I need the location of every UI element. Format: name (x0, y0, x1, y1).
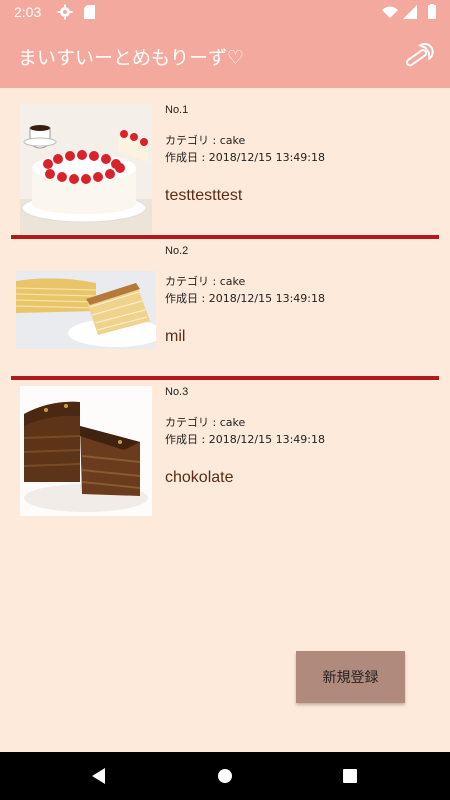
item-category: カテゴリ : cake (165, 275, 246, 288)
list-item[interactable]: No.2 カテゴリ : cake 作成日 : 2018/12/15 13:49:… (0, 229, 450, 370)
mille-crepe-image (16, 271, 156, 349)
gear-icon (57, 4, 73, 20)
item-number: No.3 (165, 386, 189, 398)
item-name: chokolate (165, 469, 234, 486)
new-registration-button[interactable]: 新規登録 (296, 651, 405, 703)
list-item[interactable]: No.3 カテゴリ : cake 作成日 : 2018/12/15 13:49:… (0, 370, 450, 516)
memory-list: No.1 カテゴリ : cake 作成日 : 2018/12/15 13:49:… (0, 88, 450, 516)
item-number: No.1 (165, 104, 189, 116)
item-created-date: 作成日 : 2018/12/15 13:49:18 (165, 151, 325, 164)
system-status-icons (382, 4, 436, 19)
app-bar: まいすいーとめもりーず♡ (0, 24, 450, 88)
list-item[interactable]: No.1 カテゴリ : cake 作成日 : 2018/12/15 13:49:… (0, 88, 450, 234)
wrench-icon[interactable] (402, 42, 436, 70)
app-title: まいすいーとめもりーず♡ (18, 47, 245, 69)
item-created-date: 作成日 : 2018/12/15 13:49:18 (165, 433, 325, 446)
status-bar: 2:03 (0, 0, 450, 24)
chocolate-cake-image (20, 386, 152, 516)
back-icon[interactable] (88, 765, 110, 787)
status-time: 2:03 (14, 4, 42, 20)
item-number: No.2 (165, 245, 189, 257)
item-category: カテゴリ : cake (165, 134, 246, 147)
strawberry-cake-image (20, 104, 152, 234)
item-name: testtesttest (165, 187, 243, 204)
item-created-date: 作成日 : 2018/12/15 13:49:18 (165, 292, 325, 305)
recent-apps-icon[interactable] (340, 766, 360, 786)
sd-card-icon (84, 5, 95, 19)
navigation-bar (0, 752, 450, 800)
home-icon[interactable] (214, 765, 236, 787)
item-category: カテゴリ : cake (165, 416, 246, 429)
item-name: mil (165, 328, 186, 345)
